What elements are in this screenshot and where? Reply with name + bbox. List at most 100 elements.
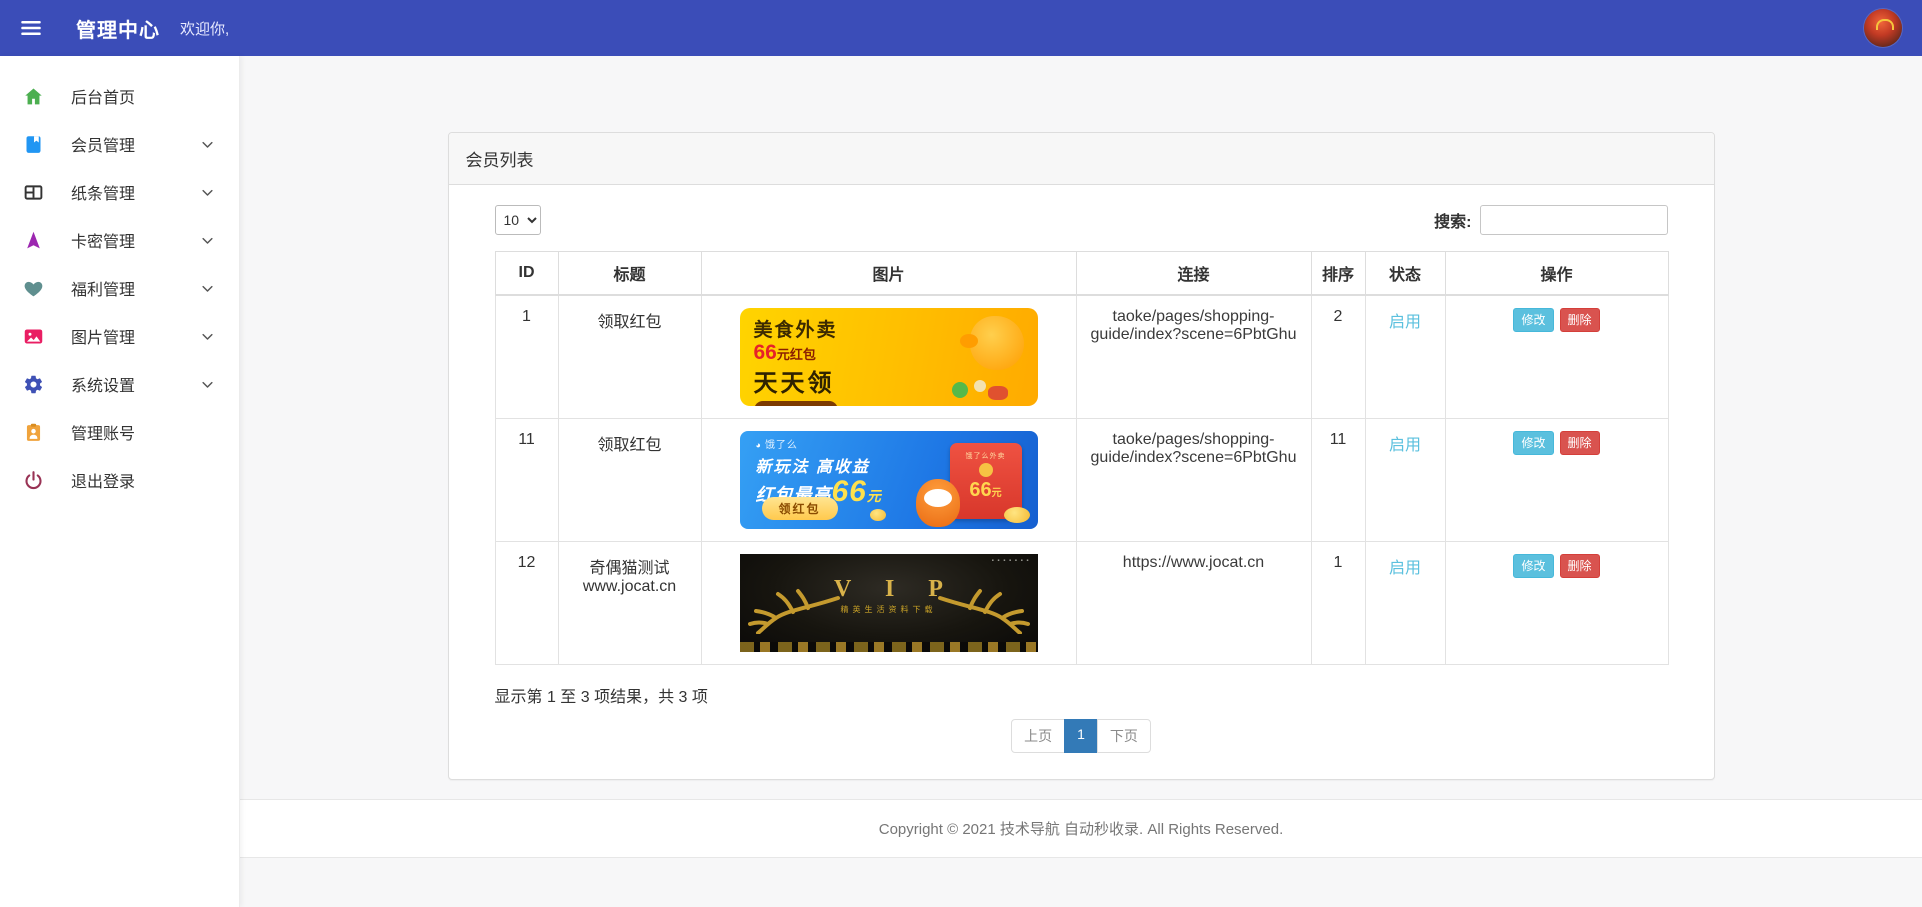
column-header-order[interactable]: 排序 <box>1311 252 1365 296</box>
antler-graphic <box>748 588 840 634</box>
app-title: 管理中心 <box>76 14 160 43</box>
cell-actions: 修改删除 <box>1445 542 1668 665</box>
card-title: 会员列表 <box>449 133 1714 185</box>
edit-button[interactable]: 修改 <box>1513 308 1553 332</box>
cell-link: https://www.jocat.cn <box>1076 542 1311 665</box>
welcome-text: 欢迎你, <box>180 18 229 39</box>
cell-image: 美食外卖 66元红包 天天领 美食甜点饮品 <box>701 295 1076 419</box>
sidebar-item-label: 福利管理 <box>71 276 135 300</box>
sidebar-item-label: 系统设置 <box>71 372 135 396</box>
mascot-graphic <box>970 316 1024 370</box>
page-size-select[interactable]: 10 <box>495 205 541 235</box>
chevron-down-icon <box>200 233 215 253</box>
sidebar-item-images[interactable]: 图片管理 <box>0 312 239 360</box>
food-redpacket-banner-image: 美食外卖 66元红包 天天领 美食甜点饮品 <box>740 308 1038 406</box>
member-table: ID 标题 图片 连接 排序 状态 操作 1 <box>495 251 1669 665</box>
status-toggle-link[interactable]: 启用 <box>1389 437 1421 454</box>
vip-black-banner-image: ▪ ▪ ▪ ▪ ▪ ▪ ▪ V I P 精英生活资料下载 <box>740 554 1038 652</box>
cell-title: 领取红包 <box>558 419 701 542</box>
user-avatar[interactable] <box>1864 9 1902 47</box>
copyright-text: Copyright © 2021 技术导航 自动秒收录. All Rights … <box>879 818 1284 839</box>
cell-image: 饿了么 新玩法 高收益 红包最高66元 领红包 饿了么外卖 66元 <box>701 419 1076 542</box>
notes-window-icon <box>22 181 44 203</box>
sidebar-item-label: 管理账号 <box>71 420 135 444</box>
cell-title: 领取红包 <box>558 295 701 419</box>
main-content: 会员列表 10 搜索: <box>240 56 1922 907</box>
table-row: 11 领取红包 饿了么 新玩法 高收益 红包最高66元 领红包 <box>495 419 1668 542</box>
banner-button: 领红包 <box>762 497 838 520</box>
sidebar-item-account[interactable]: 管理账号 <box>0 408 239 456</box>
cell-order: 1 <box>1311 542 1365 665</box>
edit-button[interactable]: 修改 <box>1513 554 1553 578</box>
pagination-page-1-button[interactable]: 1 <box>1064 719 1098 753</box>
logout-power-icon <box>22 469 44 491</box>
column-header-actions[interactable]: 操作 <box>1445 252 1668 296</box>
sidebar-item-welfare[interactable]: 福利管理 <box>0 264 239 312</box>
sidebar-item-label: 退出登录 <box>71 468 135 492</box>
chevron-down-icon <box>200 137 215 157</box>
chevron-down-icon <box>200 281 215 301</box>
page-footer: Copyright © 2021 技术导航 自动秒收录. All Rights … <box>240 799 1922 858</box>
column-header-image[interactable]: 图片 <box>701 252 1076 296</box>
column-header-title[interactable]: 标题 <box>558 252 701 296</box>
sidebar-item-logout[interactable]: 退出登录 <box>0 456 239 504</box>
edit-button[interactable]: 修改 <box>1513 431 1553 455</box>
delete-button[interactable]: 删除 <box>1560 308 1600 332</box>
delete-button[interactable]: 删除 <box>1560 554 1600 578</box>
cell-order: 2 <box>1311 295 1365 419</box>
status-toggle-link[interactable]: 启用 <box>1389 314 1421 331</box>
sidebar-item-dashboard[interactable]: 后台首页 <box>0 72 239 120</box>
sidebar-item-label: 图片管理 <box>71 324 135 348</box>
table-row: 12 奇偶猫测试 www.jocat.cn ▪ ▪ ▪ ▪ ▪ ▪ ▪ <box>495 542 1668 665</box>
sidebar: 后台首页 会员管理 纸条管理 卡密管理 <box>0 56 240 907</box>
table-header-row: ID 标题 图片 连接 排序 状态 操作 <box>495 252 1668 296</box>
table-info-text: 显示第 1 至 3 项结果，共 3 项 <box>495 683 1668 707</box>
pagination: 上页 1 下页 <box>495 719 1668 753</box>
cell-actions: 修改删除 <box>1445 295 1668 419</box>
welfare-heart-icon <box>22 277 44 299</box>
cell-image: ▪ ▪ ▪ ▪ ▪ ▪ ▪ V I P 精英生活资料下载 <box>701 542 1076 665</box>
column-header-id[interactable]: ID <box>495 252 558 296</box>
member-list-card: 会员列表 10 搜索: <box>448 132 1715 780</box>
cell-link: taoke/pages/shopping-guide/index?scene=6… <box>1076 295 1311 419</box>
chevron-down-icon <box>200 377 215 397</box>
search-label: 搜索: <box>1434 208 1471 232</box>
sidebar-item-notes[interactable]: 纸条管理 <box>0 168 239 216</box>
tiger-mascot-graphic <box>916 479 960 527</box>
column-header-link[interactable]: 连接 <box>1076 252 1311 296</box>
top-header: 管理中心 欢迎你, <box>0 0 1922 56</box>
settings-gear-icon <box>22 373 44 395</box>
sidebar-item-label: 纸条管理 <box>71 180 135 204</box>
cell-order: 11 <box>1311 419 1365 542</box>
sidebar-item-label: 卡密管理 <box>71 228 135 252</box>
delete-button[interactable]: 删除 <box>1560 431 1600 455</box>
status-toggle-link[interactable]: 启用 <box>1389 560 1421 577</box>
cell-title: 奇偶猫测试 www.jocat.cn <box>558 542 701 665</box>
pagination-prev-button[interactable]: 上页 <box>1011 719 1065 753</box>
cell-link: taoke/pages/shopping-guide/index?scene=6… <box>1076 419 1311 542</box>
cell-id: 12 <box>495 542 558 665</box>
table-row: 1 领取红包 美食外卖 66元红包 天天领 美食甜点饮品 <box>495 295 1668 419</box>
card-key-arrow-icon <box>22 229 44 251</box>
sidebar-item-cardkeys[interactable]: 卡密管理 <box>0 216 239 264</box>
pagination-next-button[interactable]: 下页 <box>1097 719 1151 753</box>
sidebar-item-settings[interactable]: 系统设置 <box>0 360 239 408</box>
sidebar-item-members[interactable]: 会员管理 <box>0 120 239 168</box>
members-book-icon <box>22 133 44 155</box>
sidebar-item-label: 后台首页 <box>71 84 135 108</box>
cell-title-subtitle: www.jocat.cn <box>567 578 693 596</box>
cell-id: 11 <box>495 419 558 542</box>
blue-redpacket-banner-image: 饿了么 新玩法 高收益 红包最高66元 领红包 饿了么外卖 66元 <box>740 431 1038 529</box>
hamburger-menu-icon[interactable] <box>16 13 46 43</box>
chevron-down-icon <box>200 185 215 205</box>
search-input[interactable] <box>1480 205 1668 235</box>
column-header-status[interactable]: 状态 <box>1365 252 1445 296</box>
home-icon <box>22 85 44 107</box>
sidebar-item-label: 会员管理 <box>71 132 135 156</box>
gold-ornament-border <box>740 642 1038 652</box>
images-picture-icon <box>22 325 44 347</box>
chevron-down-icon <box>200 329 215 349</box>
antler-graphic <box>938 588 1030 634</box>
account-badge-icon <box>22 421 44 443</box>
cell-actions: 修改删除 <box>1445 419 1668 542</box>
